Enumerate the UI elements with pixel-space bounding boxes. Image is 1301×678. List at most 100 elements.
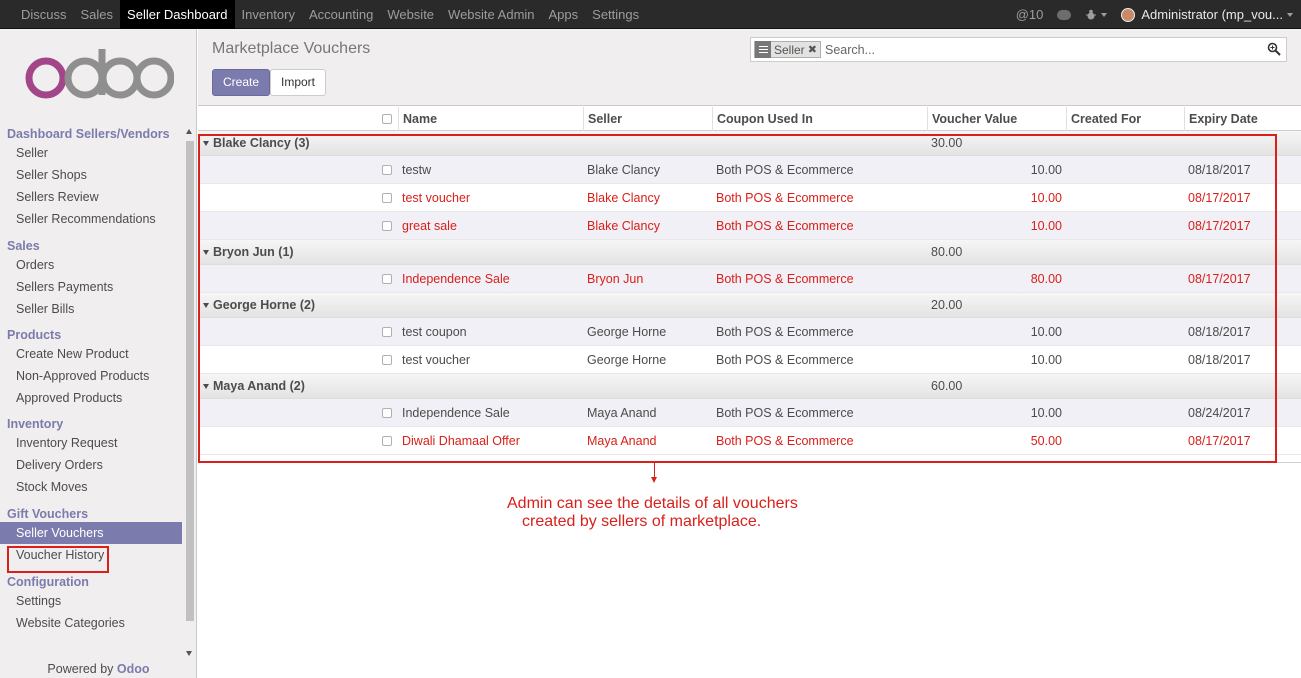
row-checkbox[interactable] bbox=[382, 355, 392, 365]
sidebar-item-create-new-product[interactable]: Create New Product bbox=[0, 343, 182, 365]
menu-website-admin[interactable]: Website Admin bbox=[441, 0, 541, 29]
scroll-up-icon[interactable] bbox=[186, 129, 192, 134]
group-row[interactable]: Maya Anand (2) 60.00 bbox=[198, 374, 1301, 399]
select-all-checkbox[interactable] bbox=[382, 114, 392, 124]
sidebar: Dashboard Sellers/Vendors Seller Seller … bbox=[0, 29, 197, 678]
systray: @10 Administrator (mp_vou... bbox=[1002, 0, 1293, 29]
menu-inventory[interactable]: Inventory bbox=[235, 0, 302, 29]
odoo-logo[interactable] bbox=[22, 45, 174, 103]
menu-discuss[interactable]: Discuss bbox=[14, 0, 74, 29]
sidebar-section-dashboard: Dashboard Sellers/Vendors bbox=[7, 127, 170, 141]
create-button[interactable]: Create bbox=[212, 69, 271, 96]
cell-value: 10.00 bbox=[1030, 325, 1062, 339]
column-expiry-date[interactable]: Expiry Date bbox=[1184, 107, 1301, 131]
cell-coupon: Both POS & Ecommerce bbox=[716, 325, 854, 339]
sidebar-item-seller-shops[interactable]: Seller Shops bbox=[0, 164, 182, 186]
table-body: Blake Clancy (3) 30.00 testw Blake Clancy Bo… bbox=[198, 131, 1301, 455]
sidebar-item-seller-bills[interactable]: Seller Bills bbox=[0, 298, 182, 320]
menu-apps[interactable]: Apps bbox=[542, 0, 586, 29]
sidebar-item-voucher-history[interactable]: Voucher History bbox=[0, 544, 182, 566]
cell-seller: Blake Clancy bbox=[587, 219, 660, 233]
menu-accounting[interactable]: Accounting bbox=[302, 0, 380, 29]
group-row[interactable]: Blake Clancy (3) 30.00 bbox=[198, 131, 1301, 156]
control-panel: Marketplace Vouchers Create Import Selle… bbox=[198, 29, 1301, 106]
mentions-counter[interactable]: @10 bbox=[1016, 7, 1044, 22]
row-checkbox[interactable] bbox=[382, 221, 392, 231]
cell-coupon: Both POS & Ecommerce bbox=[716, 434, 854, 448]
cell-value: 10.00 bbox=[1030, 353, 1062, 367]
debug-icon[interactable] bbox=[1085, 9, 1108, 21]
cell-name: Independence Sale bbox=[402, 272, 510, 286]
row-checkbox[interactable] bbox=[382, 408, 392, 418]
cell-value: 10.00 bbox=[1030, 191, 1062, 205]
annotation-line-2: created by sellers of marketplace. bbox=[522, 513, 762, 530]
sidebar-item-orders[interactable]: Orders bbox=[0, 254, 182, 276]
sidebar-item-seller-vouchers[interactable]: Seller Vouchers bbox=[0, 522, 182, 544]
powered-by-brand[interactable]: Odoo bbox=[117, 662, 150, 676]
sidebar-item-sellers-review[interactable]: Sellers Review bbox=[0, 186, 182, 208]
column-voucher-value[interactable]: Voucher Value bbox=[927, 107, 1066, 131]
sidebar-item-approved-products[interactable]: Approved Products bbox=[0, 387, 182, 409]
sidebar-item-delivery-orders[interactable]: Delivery Orders bbox=[0, 454, 182, 476]
menu-sales[interactable]: Sales bbox=[74, 0, 121, 29]
sidebar-item-stock-moves[interactable]: Stock Moves bbox=[0, 476, 182, 498]
sidebar-item-settings[interactable]: Settings bbox=[0, 590, 182, 612]
sidebar-item-inventory-request[interactable]: Inventory Request bbox=[0, 432, 182, 454]
cell-seller: Maya Anand bbox=[587, 434, 657, 448]
table-row[interactable]: test voucher George Horne Both POS & Ecomm… bbox=[198, 346, 1301, 374]
search-input[interactable] bbox=[825, 39, 1255, 60]
user-menu[interactable]: Administrator (mp_vou... bbox=[1121, 7, 1293, 22]
table-row[interactable]: Independence Sale Maya Anand Both POS & Ec… bbox=[198, 399, 1301, 427]
table-footer bbox=[198, 455, 1301, 463]
scroll-down-icon[interactable] bbox=[186, 651, 192, 656]
cell-coupon: Both POS & Ecommerce bbox=[716, 163, 854, 177]
column-created-for[interactable]: Created For bbox=[1066, 107, 1184, 131]
sidebar-scrollbar[interactable] bbox=[186, 141, 194, 621]
sidebar-item-seller-recommendations[interactable]: Seller Recommendations bbox=[0, 208, 182, 230]
chat-icon[interactable] bbox=[1057, 9, 1072, 20]
group-total: 60.00 bbox=[931, 379, 963, 393]
sidebar-item-seller[interactable]: Seller bbox=[0, 142, 182, 164]
table-row[interactable]: test voucher Blake Clancy Both POS & Ecomm… bbox=[198, 184, 1301, 212]
facet-label: Seller bbox=[774, 42, 805, 57]
annotation-line-1: Admin can see the details of all voucher… bbox=[507, 495, 798, 512]
column-coupon-used-in[interactable]: Coupon Used In bbox=[712, 107, 927, 131]
group-row[interactable]: Bryon Jun (1) 80.00 bbox=[198, 240, 1301, 265]
table-row[interactable]: test coupon George Horne Both POS & Ecomme… bbox=[198, 318, 1301, 346]
menu-seller-dashboard[interactable]: Seller Dashboard bbox=[120, 0, 235, 29]
arrow bbox=[654, 463, 655, 477]
cell-coupon: Both POS & Ecommerce bbox=[716, 191, 854, 205]
table-row[interactable]: Independence Sale Bryon Jun Both POS & Eco… bbox=[198, 265, 1301, 293]
column-name[interactable]: Name bbox=[398, 107, 583, 131]
import-button[interactable]: Import bbox=[270, 69, 327, 96]
column-seller[interactable]: Seller bbox=[583, 107, 712, 131]
table-row[interactable]: Diwali Dhamaal Offer Maya Anand Both POS &… bbox=[198, 427, 1301, 455]
menu-settings[interactable]: Settings bbox=[585, 0, 646, 29]
table-header: Name Seller Coupon Used In Voucher Value… bbox=[198, 107, 1301, 131]
search-facet[interactable]: Seller ✖ bbox=[754, 41, 821, 58]
cell-created-for bbox=[1070, 212, 1182, 240]
cell-value: 10.00 bbox=[1030, 406, 1062, 420]
row-checkbox[interactable] bbox=[382, 165, 392, 175]
table-row[interactable]: testw Blake Clancy Both POS & Ecommerce 10.… bbox=[198, 156, 1301, 184]
arrow-head-icon bbox=[651, 477, 657, 483]
group-row[interactable]: George Horne (2) 20.00 bbox=[198, 293, 1301, 318]
sidebar-item-sellers-payments[interactable]: Sellers Payments bbox=[0, 276, 182, 298]
table-row[interactable]: great sale Blake Clancy Both POS & Ecommer… bbox=[198, 212, 1301, 240]
top-navbar: Discuss Sales Seller Dashboard Inventory… bbox=[0, 0, 1301, 29]
cell-value: 10.00 bbox=[1030, 163, 1062, 177]
cell-name: test voucher bbox=[402, 353, 471, 367]
row-checkbox[interactable] bbox=[382, 274, 392, 284]
close-icon[interactable]: ✖ bbox=[808, 43, 820, 56]
group-label: Maya Anand (2) bbox=[213, 379, 305, 393]
menu-website[interactable]: Website bbox=[380, 0, 441, 29]
row-checkbox[interactable] bbox=[382, 436, 392, 446]
row-checkbox[interactable] bbox=[382, 193, 392, 203]
powered-by: Powered by Odoo bbox=[0, 662, 196, 676]
search-icon[interactable] bbox=[1267, 42, 1281, 56]
sidebar-item-non-approved-products[interactable]: Non-Approved Products bbox=[0, 365, 182, 387]
row-checkbox[interactable] bbox=[382, 327, 392, 337]
sidebar-section-products: Products bbox=[7, 328, 62, 342]
group-total: 80.00 bbox=[931, 245, 963, 259]
sidebar-item-website-categories[interactable]: Website Categories bbox=[0, 612, 182, 634]
